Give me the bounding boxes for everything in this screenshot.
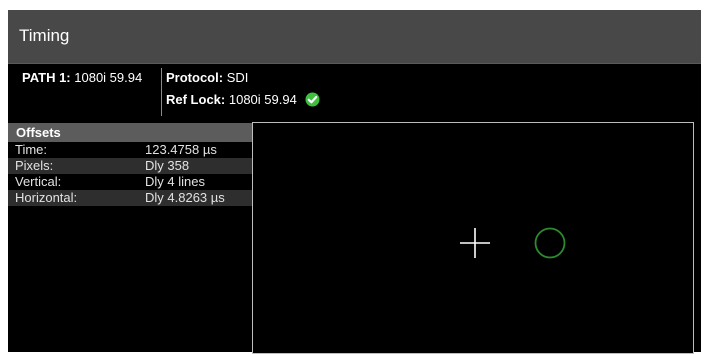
path-info: PATH 1: 1080i 59.94 (22, 70, 142, 85)
status-divider (161, 68, 162, 116)
path-value: 1080i 59.94 (74, 70, 143, 85)
row-label: Pixels: (15, 158, 54, 173)
timing-display (252, 122, 694, 354)
row-label: Vertical: (15, 174, 62, 189)
offsets-row-time: Time: 123.4758 µs (8, 142, 252, 158)
row-value: Dly 4 lines (145, 174, 205, 189)
row-label: Horizontal: (15, 190, 78, 205)
status-row: PATH 1: 1080i 59.94 Protocol: SDI Ref Lo… (8, 68, 701, 118)
offsets-row-horizontal: Horizontal: Dly 4.8263 µs (8, 190, 252, 206)
offsets-table: Offsets Time: 123.4758 µs Pixels: Dly 35… (8, 123, 252, 206)
offsets-header: Offsets (8, 123, 252, 142)
ref-lock-info: Ref Lock: 1080i 59.94 (166, 92, 320, 110)
offsets-row-pixels: Pixels: Dly 358 (8, 158, 252, 174)
page-title: Timing (19, 26, 70, 45)
circle-marker-icon (534, 227, 566, 259)
protocol-value: SDI (226, 70, 249, 85)
protocol-label: Protocol: (166, 70, 224, 85)
ref-lock-value: 1080i 59.94 (228, 92, 297, 107)
title-bar: Timing (8, 10, 701, 64)
crosshair-icon (460, 228, 490, 258)
offsets-row-vertical: Vertical: Dly 4 lines (8, 174, 252, 190)
row-value: Dly 358 (145, 158, 190, 173)
check-circle-icon (305, 92, 320, 110)
timing-panel: Timing PATH 1: 1080i 59.94 Protocol: SDI… (8, 10, 701, 354)
row-value: Dly 4.8263 µs (145, 190, 225, 205)
protocol-info: Protocol: SDI (166, 70, 248, 85)
row-label: Time: (15, 142, 48, 157)
path-label: PATH 1: (22, 70, 71, 85)
row-value: 123.4758 µs (145, 142, 217, 157)
ref-lock-label: Ref Lock: (166, 92, 226, 107)
